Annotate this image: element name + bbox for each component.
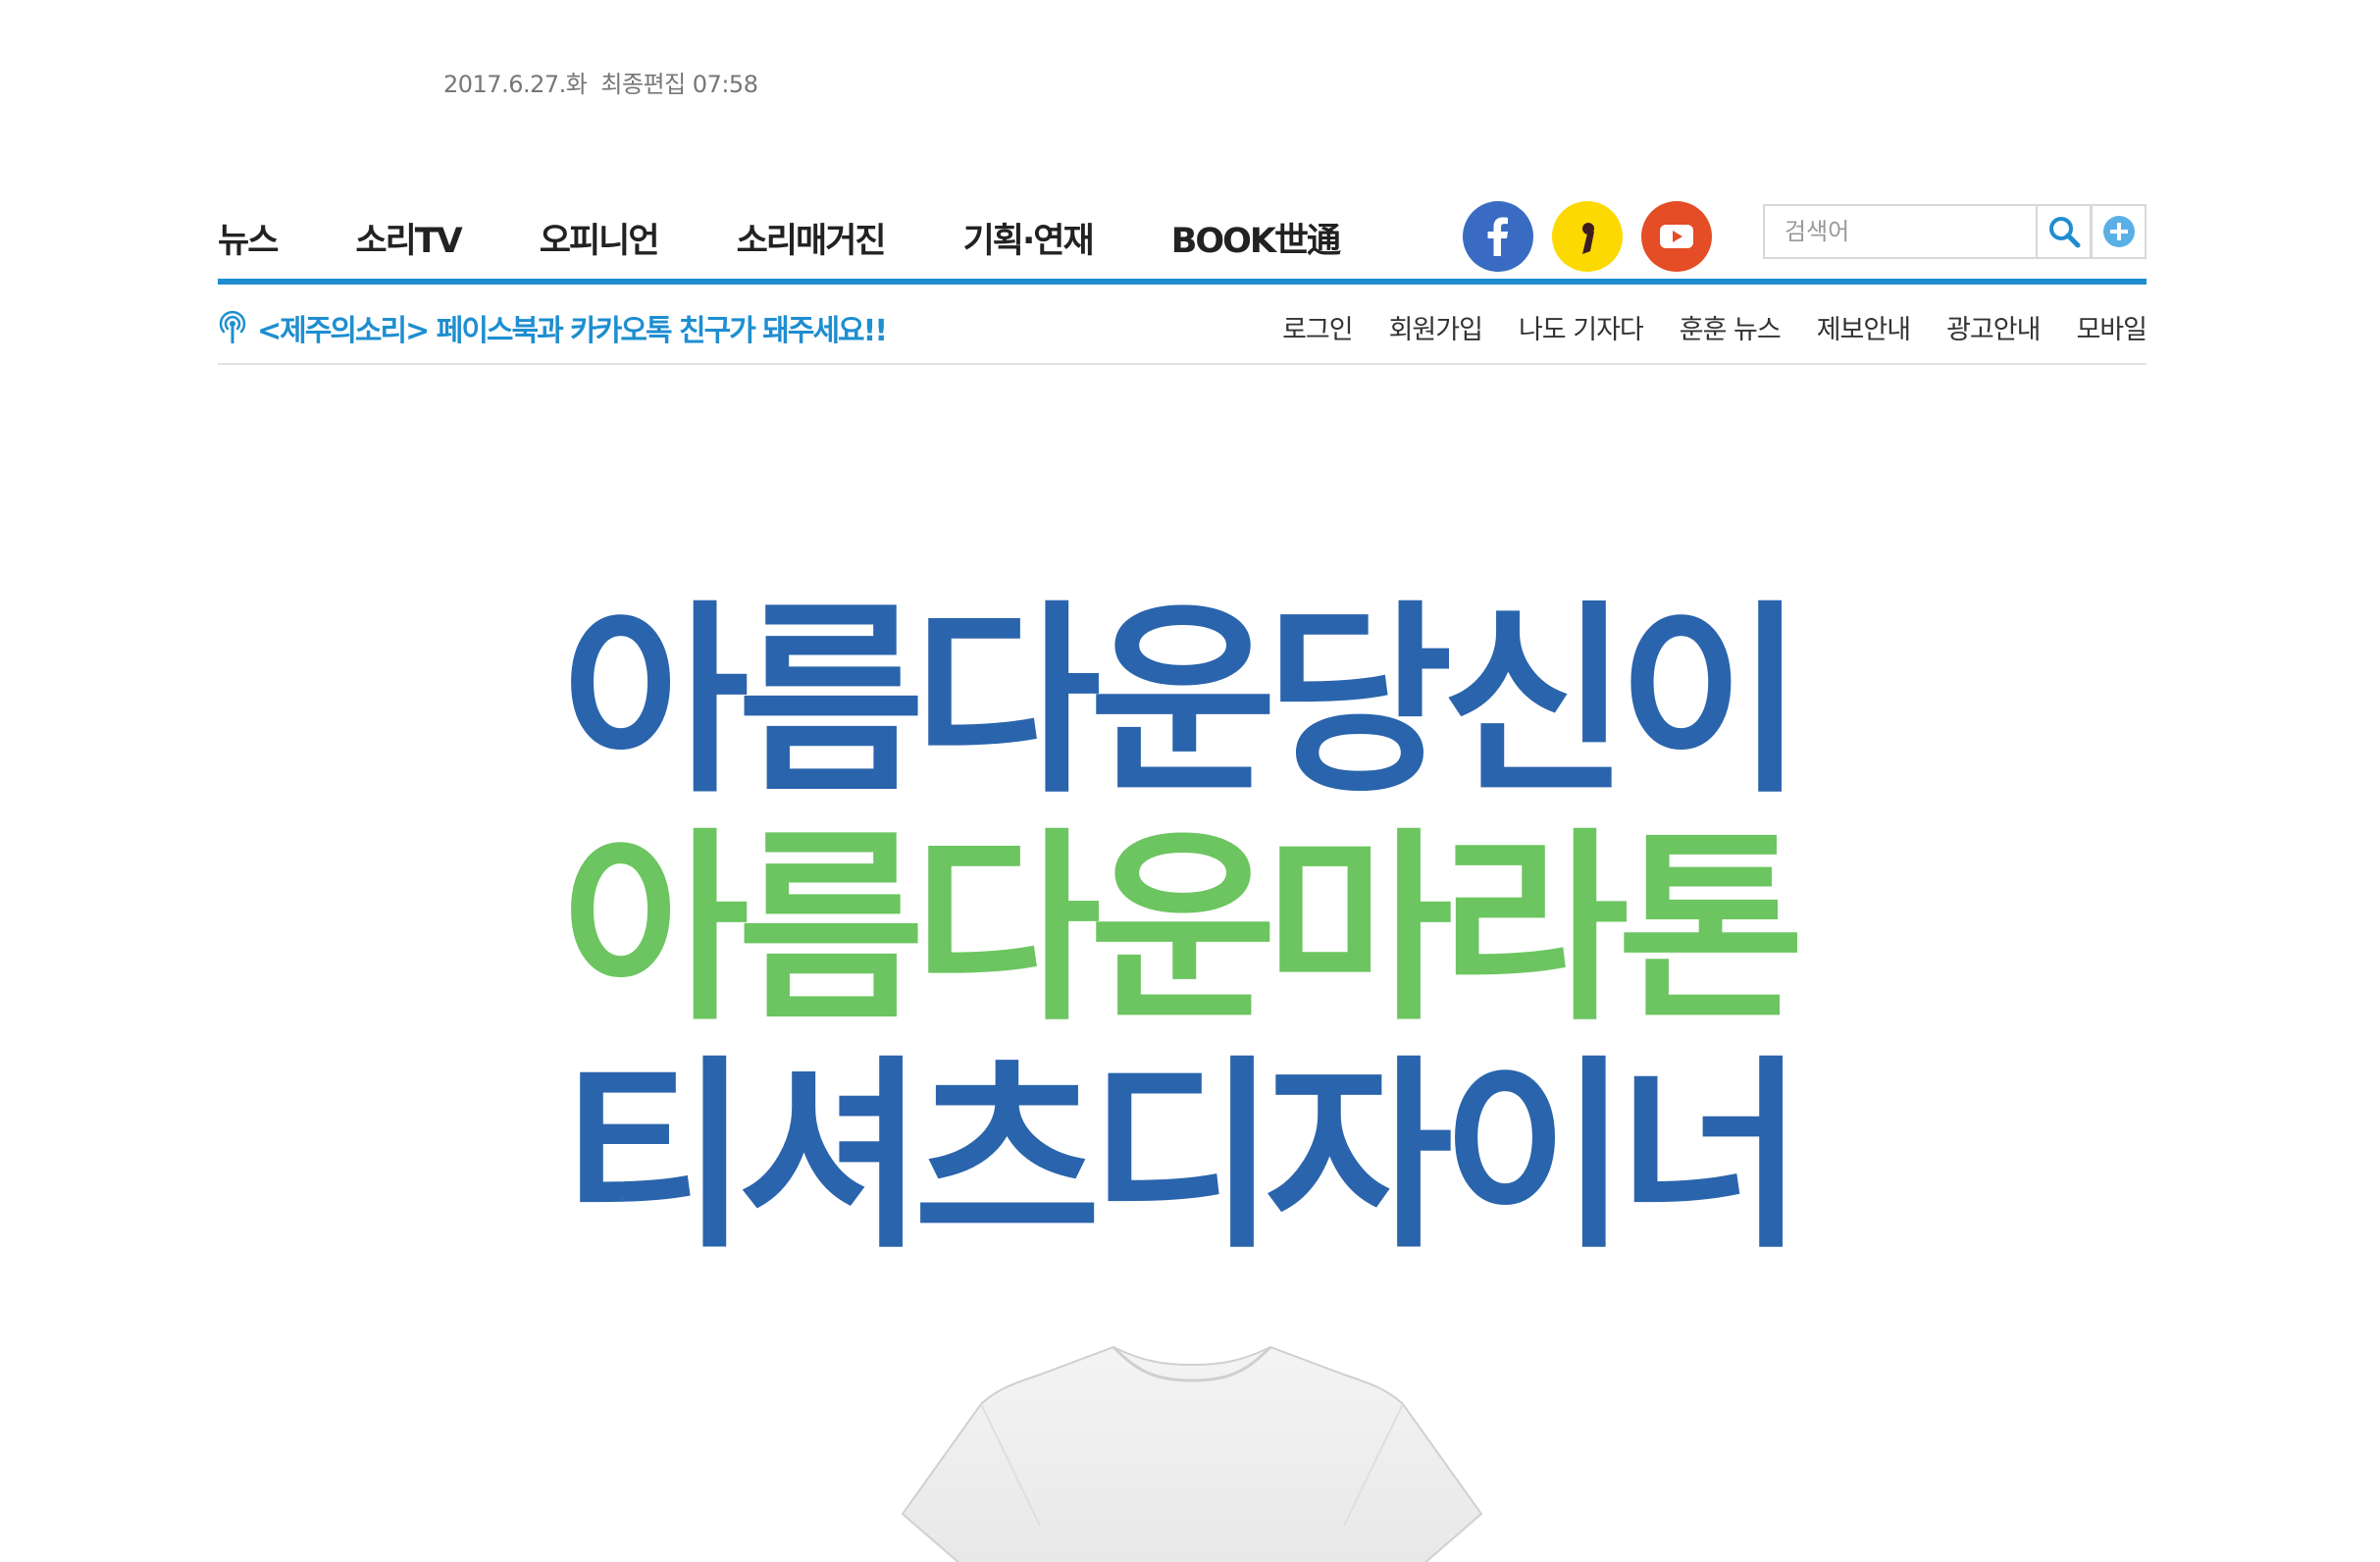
banner-line-3: 티셔츠디자이너: [561, 1039, 1805, 1276]
citizen-reporter-link[interactable]: 나도 기자다: [1519, 308, 1644, 346]
banner-line-2: 아름다운마라톤: [561, 811, 1805, 1049]
mobile-link[interactable]: 모바일: [2076, 308, 2147, 346]
youtube-icon: [1660, 225, 1693, 248]
white-tshirt-image: [873, 1329, 1511, 1562]
notice-text: <제주의소리> 페이스북과 카카오톡 친구가 돼주세요!!: [257, 314, 888, 348]
nav-item-soritv[interactable]: 소리TV: [355, 213, 462, 263]
youtube-button[interactable]: [1641, 201, 1712, 272]
search-box: [1763, 204, 2147, 259]
facebook-icon: [1487, 217, 1508, 256]
sub-bar: <제주의소리> 페이스북과 카카오톡 친구가 돼주세요!! 로그인 회원가입 나…: [218, 285, 2147, 365]
nav-item-series[interactable]: 기획·연재: [963, 213, 1095, 263]
plus-circle-icon: [2102, 216, 2135, 247]
login-link[interactable]: 로그인: [1282, 308, 1354, 346]
search-button[interactable]: [2036, 204, 2092, 259]
signup-link[interactable]: 회원가입: [1389, 308, 1483, 346]
nav-item-book[interactable]: BOOK世通: [1171, 213, 1341, 263]
util-menu: 로그인 회원가입 나도 기자다 훈훈 뉴스 제보안내 광고안내 모바일: [1282, 308, 2147, 346]
global-nav: 뉴스 소리TV 오피니언 소리매거진 기획·연재 BOOK世通: [218, 201, 2147, 284]
kakaostory-button[interactable]: [1552, 201, 1623, 272]
report-guide-link[interactable]: 제보안내: [1817, 308, 1911, 346]
broadcast-icon: [219, 310, 246, 343]
nav-item-magazine[interactable]: 소리매거진: [737, 213, 887, 263]
notice-link[interactable]: <제주의소리> 페이스북과 카카오톡 친구가 돼주세요!!: [218, 306, 888, 349]
event-banner[interactable]: 아름다운당신이 아름다운마라톤 티셔츠디자이너: [540, 589, 1815, 1272]
facebook-button[interactable]: [1463, 201, 1533, 272]
banner-line-1: 아름다운당신이: [561, 584, 1805, 821]
kakaostory-icon: [1582, 223, 1594, 254]
ad-guide-link[interactable]: 광고안내: [1946, 308, 2041, 346]
current-date: 2017.6.27.화: [443, 71, 588, 98]
date-bar: 2017.6.27.화 최종편집 07:58: [443, 65, 758, 99]
detail-search-button[interactable]: [2092, 204, 2147, 259]
last-edit-time: 최종편집 07:58: [600, 71, 758, 98]
nav-item-opinion[interactable]: 오피니언: [540, 213, 660, 263]
search-input[interactable]: [1763, 204, 2036, 259]
search-icon: [2048, 217, 2080, 248]
warm-news-link[interactable]: 훈훈 뉴스: [1680, 308, 1782, 346]
main-menu: 뉴스 소리TV 오피니언 소리매거진 기획·연재 BOOK世通: [218, 213, 1341, 263]
nav-item-news[interactable]: 뉴스: [218, 213, 279, 263]
